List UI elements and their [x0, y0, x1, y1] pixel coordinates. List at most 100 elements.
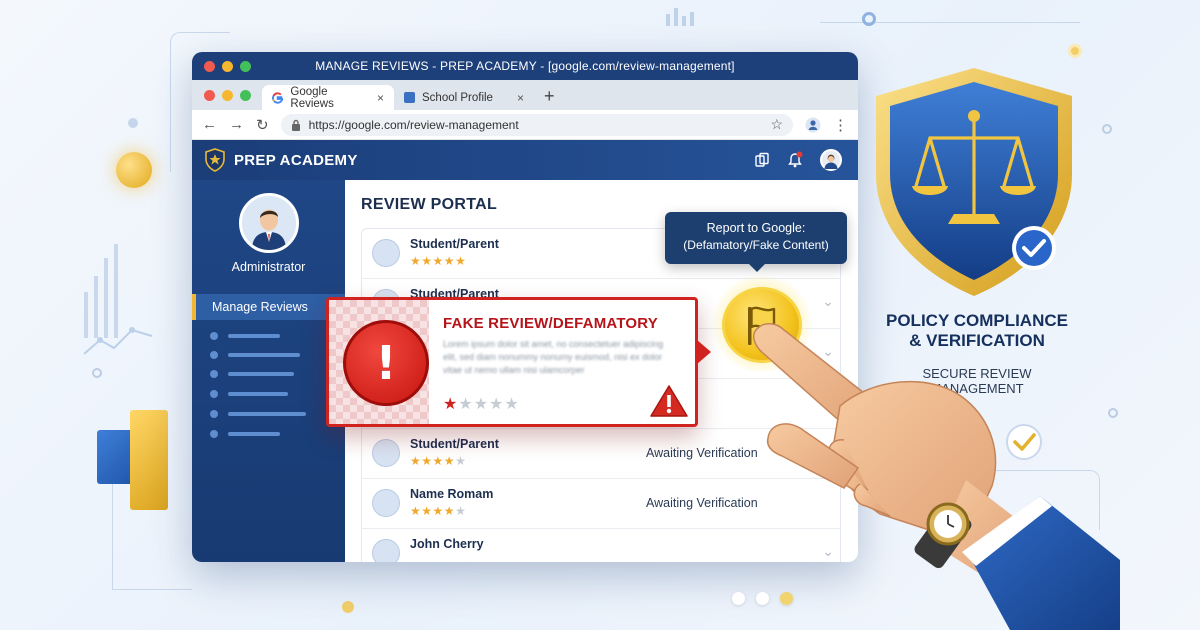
tab-google-reviews[interactable]: Google Reviews ×: [262, 85, 394, 110]
reviewer-avatar: [372, 439, 400, 467]
minimize-window-button[interactable]: [222, 61, 233, 72]
sidebar-item[interactable]: [210, 430, 280, 438]
pointing-hand-icon: [753, 323, 1120, 630]
star-filled-icon: ★: [432, 504, 444, 518]
admin-role-label: Administrator: [231, 260, 306, 274]
star-filled-icon: ★: [421, 454, 433, 468]
decor-gold-block: [130, 410, 168, 510]
tooltip-title: Report to Google:: [706, 221, 806, 235]
fake-review-alert: ! FAKE REVIEW/DEFAMATORY Lorem ipsum dol…: [326, 297, 698, 427]
tab-label: Google Reviews: [290, 85, 334, 110]
alert-star-rating: ★★★★★: [443, 394, 520, 414]
tab-close-dot[interactable]: [204, 90, 215, 101]
pager-dot[interactable]: [732, 592, 745, 605]
window-titlebar: MANAGE REVIEWS - PREP ACADEMY - [google.…: [192, 52, 858, 80]
alert-title: FAKE REVIEW/DEFAMATORY: [443, 315, 658, 332]
tab-school-profile[interactable]: School Profile ×: [394, 85, 534, 110]
star-filled-icon: ★: [410, 504, 422, 518]
admin-avatar: [239, 193, 299, 253]
justice-shield-icon: [876, 68, 1072, 296]
decor-bars-top-icon: [666, 8, 694, 26]
sidebar-item[interactable]: [210, 332, 280, 340]
star-rating: ★★★★★: [410, 254, 466, 268]
star-empty-icon: ★: [455, 504, 467, 518]
maximize-window-button[interactable]: [240, 61, 251, 72]
sidebar-item[interactable]: [210, 351, 300, 359]
reviewer-name: Student/Parent: [410, 437, 499, 451]
alert-body: Lorem ipsum dolor sit amet, no consectet…: [443, 339, 664, 375]
close-window-button[interactable]: [204, 61, 215, 72]
reviewer-avatar: [372, 539, 400, 562]
sidebar-item[interactable]: [210, 370, 294, 378]
decor-line: [820, 22, 1080, 23]
exclamation-icon: !: [343, 320, 429, 406]
close-tab-icon[interactable]: ×: [377, 91, 384, 105]
star-filled-icon: ★: [421, 504, 433, 518]
star-filled-icon: ★: [443, 504, 456, 518]
address-toolbar: ← → ↻ https://google.com/review-manageme…: [192, 110, 858, 140]
new-tab-button[interactable]: +: [534, 86, 565, 110]
star-filled-icon: ★: [410, 254, 422, 268]
academy-shield-logo-icon: [205, 148, 225, 172]
tab-label: School Profile: [422, 91, 493, 104]
star-empty-icon: ★: [489, 396, 505, 413]
tab-min-dot[interactable]: [222, 90, 233, 101]
star-filled-icon: ★: [443, 454, 456, 468]
close-tab-icon[interactable]: ×: [517, 91, 524, 105]
reload-icon[interactable]: ↻: [256, 116, 269, 134]
notification-bell-icon[interactable]: [786, 151, 804, 169]
decor-gold-orb: [116, 152, 152, 188]
page-title: REVIEW PORTAL: [361, 196, 498, 213]
decor-dot: [128, 118, 138, 128]
profile-icon[interactable]: [805, 117, 821, 133]
report-tooltip: Report to Google: (Defamatory/Fake Conte…: [665, 212, 847, 272]
decor-dot: [342, 601, 354, 613]
decor-dot: [92, 368, 102, 378]
star-filled-icon: ★: [432, 454, 444, 468]
star-empty-icon: ★: [455, 454, 467, 468]
reviewer-avatar: [372, 239, 400, 267]
url-input[interactable]: https://google.com/review-management ☆: [280, 113, 793, 136]
sidebar-item-manage-reviews[interactable]: Manage Reviews: [192, 294, 345, 320]
warning-triangle-icon: [650, 385, 688, 417]
star-empty-icon: ★: [458, 396, 474, 413]
star-filled-icon: ★: [410, 454, 422, 468]
reviewer-avatar: [372, 489, 400, 517]
tab-max-dot[interactable]: [240, 90, 251, 101]
decor-dot: [1102, 124, 1112, 134]
sidebar-item[interactable]: [210, 390, 288, 398]
profile-tab-icon: [404, 92, 415, 103]
sidebar-item-label: Manage Reviews: [212, 300, 308, 314]
star-filled-icon: ★: [443, 254, 456, 268]
lock-icon: [291, 119, 300, 131]
url-text: https://google.com/review-management: [308, 117, 519, 132]
pager-dot[interactable]: [756, 592, 769, 605]
decor-dot: [862, 12, 876, 26]
chevron-down-icon[interactable]: ⌄: [822, 293, 834, 310]
back-arrow-icon[interactable]: ←: [202, 116, 217, 133]
user-avatar[interactable]: [820, 149, 842, 171]
reviewer-name: Name Romam: [410, 487, 494, 501]
sidebar-item[interactable]: [210, 410, 306, 418]
reviewer-name: John Cherry: [410, 537, 484, 551]
reviewer-name: Student/Parent: [410, 237, 499, 251]
bookmark-star-icon[interactable]: ☆: [770, 116, 783, 133]
sidebar: Administrator Manage Reviews: [192, 180, 345, 562]
kebab-menu-icon[interactable]: ⋮: [833, 116, 848, 134]
star-filled-icon: ★: [455, 254, 467, 268]
star-empty-icon: ★: [473, 396, 490, 413]
copy-icon[interactable]: [754, 152, 770, 168]
tooltip-subtitle: (Defamatory/Fake Content): [683, 238, 829, 252]
brand-name: PREP ACADEMY: [234, 151, 358, 169]
pager-dot-active[interactable]: [780, 592, 793, 605]
star-rating: ★★★★★: [410, 454, 466, 468]
alert-pointer: [697, 340, 711, 364]
tab-strip: Google Reviews × School Profile × +: [192, 80, 858, 110]
forward-arrow-icon[interactable]: →: [229, 116, 244, 133]
google-logo-icon: [272, 91, 284, 104]
app-header: PREP ACADEMY: [192, 140, 858, 180]
decor-chart-line-icon: [83, 327, 153, 355]
star-rating: ★★★★★: [410, 504, 466, 518]
star-filled-icon: ★: [432, 254, 444, 268]
star-filled-icon: ★: [443, 396, 459, 413]
